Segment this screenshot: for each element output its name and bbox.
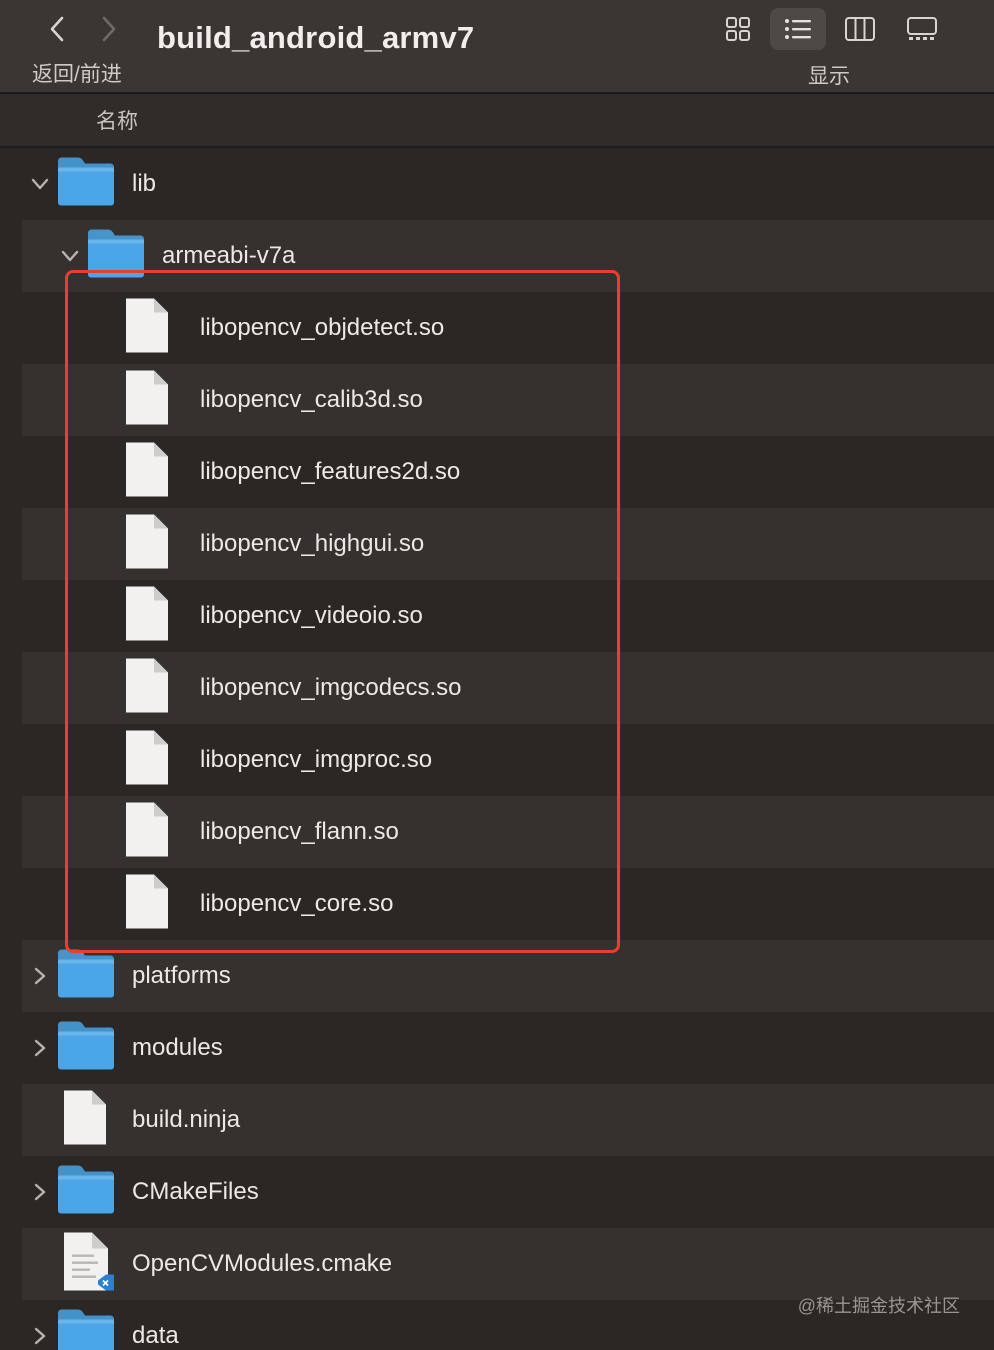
icon <box>62 1089 108 1152</box>
folder-row[interactable]: platforms <box>22 940 994 1012</box>
item-label: build.ninja <box>132 1106 241 1133</box>
folder-icon <box>58 1021 114 1070</box>
item-label: data <box>132 1322 179 1349</box>
item-label: libopencv_imgproc.so <box>200 746 433 773</box>
watermark: @稀土掘金技术社区 <box>797 1296 960 1316</box>
item-label: libopencv_calib3d.so <box>200 386 423 413</box>
folder-row[interactable]: lib <box>22 148 994 220</box>
document-icon <box>126 730 168 785</box>
folder-icon <box>88 229 144 278</box>
icon <box>56 1020 116 1077</box>
icon <box>56 1164 116 1221</box>
file-row[interactable]: libopencv_flann.so <box>22 796 994 868</box>
column-view-button[interactable] <box>832 8 888 50</box>
file-row[interactable]: libopencv_videoio.so <box>22 580 994 652</box>
forward-button[interactable] <box>94 14 124 44</box>
icon <box>124 441 170 504</box>
icon <box>86 228 146 285</box>
icon-view-button[interactable] <box>710 8 766 50</box>
file-row[interactable]: libopencv_calib3d.so <box>22 364 994 436</box>
document-icon <box>126 802 168 857</box>
item-label: libopencv_imgcodecs.so <box>200 674 462 701</box>
item-label: OpenCVModules.cmake <box>132 1250 393 1277</box>
list-icon <box>785 19 811 39</box>
file-row[interactable]: libopencv_core.so <box>22 868 994 940</box>
item-label: modules <box>132 1034 223 1061</box>
folder-row[interactable]: armeabi-v7a <box>22 220 994 292</box>
file-row[interactable]: libopencv_imgcodecs.so <box>22 652 994 724</box>
item-label: CMakeFiles <box>132 1178 259 1205</box>
document-icon <box>126 586 168 641</box>
window-title: build_android_armv7 <box>157 20 475 55</box>
icon <box>124 657 170 720</box>
icon <box>124 801 170 864</box>
document-icon <box>126 370 168 425</box>
chevron-right-icon <box>34 1183 46 1201</box>
icon <box>124 729 170 792</box>
file-row[interactable]: OpenCVModules.cmake <box>22 1228 994 1300</box>
folder-row[interactable]: CMakeFiles <box>22 1156 994 1228</box>
back-button[interactable] <box>42 14 72 44</box>
disclosure-triangle[interactable] <box>30 1038 50 1058</box>
column-header: 名称 <box>0 94 994 148</box>
folder-icon <box>58 949 114 998</box>
icon <box>56 156 116 213</box>
file-row[interactable]: build.ninja <box>22 1084 994 1156</box>
item-label: libopencv_features2d.so <box>200 458 461 485</box>
folder-row[interactable]: modules <box>22 1012 994 1084</box>
document-icon <box>126 298 168 353</box>
chevron-right-icon <box>34 1327 46 1345</box>
disclosure-triangle[interactable] <box>30 1326 50 1346</box>
disclosure-triangle[interactable] <box>30 966 50 986</box>
file-row[interactable]: libopencv_features2d.so <box>22 436 994 508</box>
document-icon <box>126 514 168 569</box>
disclosure-triangle[interactable] <box>60 246 80 266</box>
item-label: lib <box>132 170 157 197</box>
chevron-right-icon <box>34 967 46 985</box>
chevron-right-icon <box>34 1039 46 1057</box>
document-icon <box>126 442 168 497</box>
item-label: libopencv_highgui.so <box>200 530 425 557</box>
cmake-file-icon <box>64 1232 114 1291</box>
item-label: libopencv_objdetect.so <box>200 314 445 341</box>
item-label: libopencv_core.so <box>200 890 394 917</box>
folder-icon <box>58 1165 114 1214</box>
document-icon <box>126 658 168 713</box>
document-icon <box>126 874 168 929</box>
name-column-header[interactable]: 名称 <box>96 105 138 135</box>
nav-label: 返回/前进 <box>32 63 122 86</box>
document-icon <box>64 1090 106 1145</box>
folder-icon <box>58 157 114 206</box>
chevron-left-icon <box>50 16 64 42</box>
icon <box>124 297 170 360</box>
chevron-down-icon <box>31 178 49 190</box>
item-label: libopencv_flann.so <box>200 818 399 845</box>
file-row[interactable]: libopencv_imgproc.so <box>22 724 994 796</box>
file-row[interactable]: libopencv_objdetect.so <box>22 292 994 364</box>
grid-icon <box>726 17 750 41</box>
gallery-view-button[interactable] <box>894 8 950 50</box>
icon <box>56 1308 116 1350</box>
chevron-right-icon <box>102 16 116 42</box>
item-label: armeabi-v7a <box>162 242 296 269</box>
view-label: 显示 <box>808 65 850 88</box>
item-label: platforms <box>132 962 231 989</box>
toolbar: 返回/前进 build_android_armv7 显示 <box>0 0 994 94</box>
icon <box>124 873 170 936</box>
item-label: libopencv_videoio.so <box>200 602 423 629</box>
list-view-button[interactable] <box>770 8 826 50</box>
file-list: lib armeabi-v7a libopencv_objdetect.solibo… <box>0 148 994 1350</box>
icon <box>124 513 170 576</box>
columns-icon <box>845 17 875 41</box>
icon <box>124 369 170 432</box>
icon <box>62 1231 116 1298</box>
chevron-down-icon <box>61 250 79 262</box>
file-row[interactable]: libopencv_highgui.so <box>22 508 994 580</box>
disclosure-triangle[interactable] <box>30 1182 50 1202</box>
icon <box>124 585 170 648</box>
gallery-icon <box>907 17 937 40</box>
disclosure-triangle[interactable] <box>30 174 50 194</box>
folder-icon <box>58 1309 114 1350</box>
icon <box>56 948 116 1005</box>
